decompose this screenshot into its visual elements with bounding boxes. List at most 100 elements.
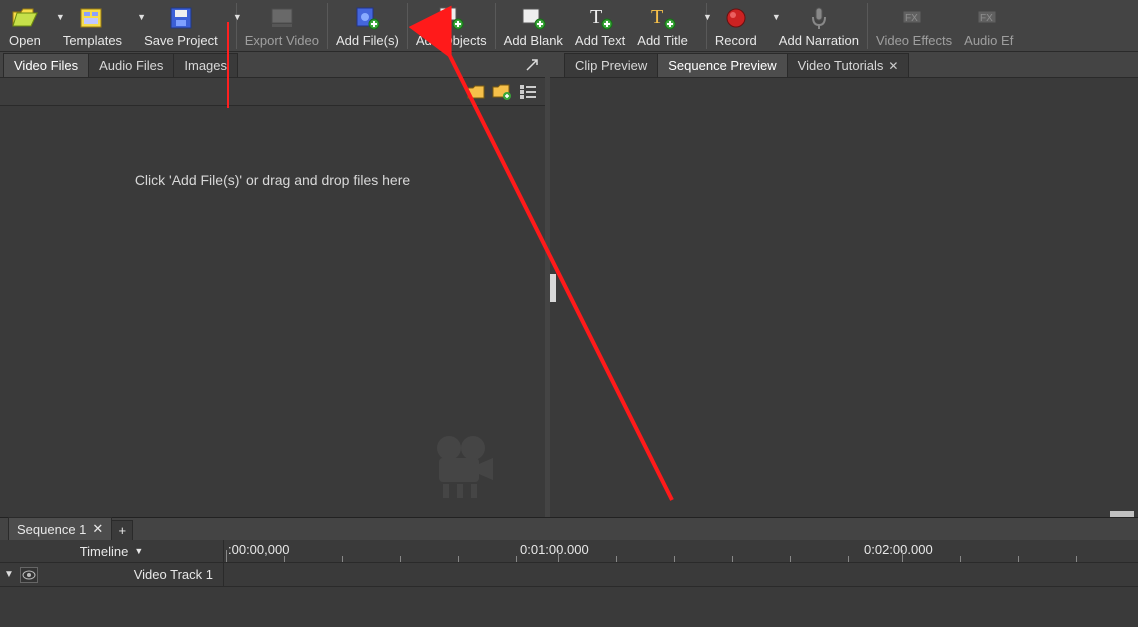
add-text-button[interactable]: T Add Text: [569, 0, 631, 52]
toolbar-separator: [867, 3, 868, 49]
add-objects-label: Add Objects: [416, 33, 487, 48]
templates-icon: [77, 4, 107, 32]
export-video-label: Export Video: [245, 33, 319, 48]
toolbar-separator: [236, 3, 237, 49]
video-track-row: ▼ Video Track 1: [0, 562, 1138, 586]
tab-label: Sequence Preview: [668, 58, 776, 73]
resize-handle[interactable]: [1110, 511, 1134, 517]
tab-audio-files[interactable]: Audio Files: [88, 53, 174, 77]
close-icon[interactable]: ✕: [888, 59, 898, 73]
record-button[interactable]: Record ▼: [709, 0, 773, 52]
record-icon: [721, 4, 751, 32]
timeline-mode-label: Timeline: [80, 544, 129, 559]
main-toolbar: Open ▼ Templates ▼ Save Project ▼: [0, 0, 1138, 52]
gallery-drop-area[interactable]: Click 'Add File(s)' or drag and drop fil…: [0, 106, 545, 517]
add-text-icon: T: [585, 4, 615, 32]
add-title-button[interactable]: T Add Title ▼: [631, 0, 704, 52]
timeline-panel: Sequence 1 ✕ + Timeline ▼ :00:00,000 0:0…: [0, 517, 1138, 627]
open-label: Open: [9, 33, 41, 48]
save-icon: [166, 4, 196, 32]
add-blank-label: Add Blank: [504, 33, 563, 48]
tab-label: Clip Preview: [575, 58, 647, 73]
preview-area: [550, 78, 1138, 517]
open-folder-icon: [10, 4, 40, 32]
track-name: Video Track 1: [134, 567, 223, 582]
add-text-label: Add Text: [575, 33, 625, 48]
add-objects-button[interactable]: T Add Objects: [410, 0, 493, 52]
add-title-label: Add Title: [637, 33, 688, 48]
video-effects-button: FX Video Effects: [870, 0, 958, 52]
svg-text:FX: FX: [905, 13, 918, 24]
tab-label: Video Files: [14, 58, 78, 73]
audio-effects-label: Audio Ef: [964, 33, 1013, 48]
chevron-down-icon: ▼: [134, 546, 143, 556]
audio-effects-button: FX Audio Ef: [958, 0, 1019, 52]
tab-label: Video Tutorials: [798, 58, 884, 73]
tab-video-files[interactable]: Video Files: [3, 53, 89, 77]
templates-button[interactable]: Templates ▼: [57, 0, 138, 52]
time-label: 0:02:00.000: [864, 542, 933, 557]
audio-effects-icon: FX: [974, 4, 1004, 32]
collapse-icon[interactable]: ▼: [2, 569, 16, 580]
microphone-icon: [804, 4, 834, 32]
tab-sequence-preview[interactable]: Sequence Preview: [657, 53, 787, 77]
visibility-toggle[interactable]: [20, 567, 38, 583]
export-icon: [267, 4, 297, 32]
export-video-button: Export Video: [239, 0, 325, 52]
gallery-toolbar: [0, 78, 545, 106]
add-blank-button[interactable]: Add Blank: [498, 0, 569, 52]
timeline-empty-area[interactable]: [0, 586, 1138, 627]
add-objects-icon: T: [436, 4, 466, 32]
timeline-header: Timeline ▼ :00:00,000 0:01:00.000 0:02:0…: [0, 540, 1138, 562]
sequence-tab[interactable]: Sequence 1 ✕: [8, 517, 112, 540]
tab-clip-preview[interactable]: Clip Preview: [564, 53, 658, 77]
time-label: 0:01:00.000: [520, 542, 589, 557]
add-narration-button[interactable]: Add Narration: [773, 0, 865, 52]
panel-splitter[interactable]: [550, 274, 556, 302]
sequence-tabs: Sequence 1 ✕ +: [0, 518, 1138, 540]
tab-label: Audio Files: [99, 58, 163, 73]
save-project-button[interactable]: Save Project ▼: [138, 0, 234, 52]
add-title-icon: T: [648, 4, 678, 32]
tab-video-tutorials[interactable]: Video Tutorials ✕: [787, 53, 910, 77]
timeline-ruler[interactable]: :00:00,000 0:01:00.000 0:02:00.000: [224, 540, 1138, 562]
track-header: ▼ Video Track 1: [0, 562, 224, 586]
close-icon[interactable]: ✕: [92, 521, 103, 537]
svg-text:FX: FX: [980, 13, 993, 24]
plus-icon: +: [119, 523, 127, 538]
save-project-label: Save Project: [144, 33, 218, 48]
add-files-icon: [352, 4, 382, 32]
drop-hint-text: Click 'Add File(s)' or drag and drop fil…: [0, 106, 545, 188]
add-narration-label: Add Narration: [779, 33, 859, 48]
toolbar-separator: [495, 3, 496, 49]
folder-icon[interactable]: [465, 81, 487, 103]
open-button[interactable]: Open ▼: [3, 0, 57, 52]
toolbar-separator: [407, 3, 408, 49]
svg-text:T: T: [443, 9, 450, 21]
templates-label: Templates: [63, 33, 122, 48]
toolbar-separator: [327, 3, 328, 49]
preview-tabs: Clip Preview Sequence Preview Video Tuto…: [550, 52, 1138, 78]
list-view-icon[interactable]: [517, 81, 539, 103]
movie-camera-icon: [427, 434, 499, 507]
add-files-button[interactable]: Add File(s): [330, 0, 405, 52]
preview-panel: Clip Preview Sequence Preview Video Tuto…: [550, 52, 1138, 517]
add-files-label: Add File(s): [336, 33, 399, 48]
track-body[interactable]: [224, 562, 1138, 586]
svg-text:T: T: [590, 6, 602, 28]
record-label: Record: [715, 33, 757, 48]
timeline-mode-dropdown[interactable]: Timeline ▼: [0, 540, 224, 562]
popout-icon[interactable]: [523, 56, 541, 74]
add-folder-icon[interactable]: [491, 81, 513, 103]
add-sequence-button[interactable]: +: [111, 520, 133, 540]
add-blank-icon: [518, 4, 548, 32]
toolbar-separator: [706, 3, 707, 49]
sequence-tab-label: Sequence 1: [17, 522, 86, 537]
video-effects-label: Video Effects: [876, 33, 952, 48]
playhead[interactable]: [227, 22, 229, 108]
svg-text:T: T: [651, 6, 663, 28]
video-effects-icon: FX: [899, 4, 929, 32]
media-panel: Video Files Audio Files Images: [0, 52, 550, 517]
time-label: :00:00,000: [228, 542, 289, 557]
media-tabs: Video Files Audio Files Images: [0, 52, 545, 78]
